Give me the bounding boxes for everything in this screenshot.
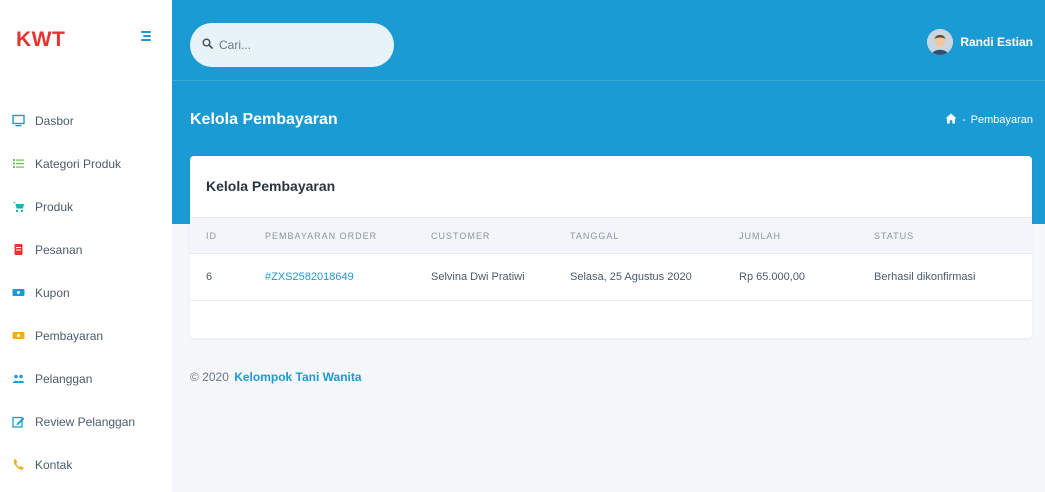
sidebar-item-produk[interactable]: Produk	[0, 185, 172, 228]
column-header-id: ID	[206, 231, 217, 241]
page-title: Kelola Pembayaran	[190, 111, 338, 128]
footer-copyright: © 2020	[190, 370, 229, 384]
avatar[interactable]	[927, 29, 954, 55]
monitor-icon	[12, 114, 25, 127]
column-header-status: STATUS	[874, 231, 915, 241]
breadcrumb-separator: -	[961, 114, 966, 126]
user-menu[interactable]: Randi Estian	[927, 29, 1033, 55]
column-header-date: TANGGAL	[570, 231, 620, 241]
money-icon	[12, 329, 25, 342]
sidebar-item-kupon[interactable]: Kupon	[0, 271, 172, 314]
cell-amount: Rp 65.000,00	[739, 271, 806, 283]
cell-id: 6	[206, 271, 213, 283]
list-icon	[12, 157, 25, 170]
phone-icon	[12, 458, 25, 471]
sidebar-item-pesanan[interactable]: Pesanan	[0, 228, 172, 271]
sidebar-item-kategori-produk[interactable]: Kategori Produk	[0, 142, 172, 185]
sidebar-item-label: Pesanan	[35, 242, 83, 257]
ticket-icon	[12, 286, 25, 299]
breadcrumb-current: Pembayaran	[970, 114, 1033, 126]
sidebar-item-kontak[interactable]: Kontak	[0, 443, 172, 486]
sidebar-item-label: Produk	[35, 199, 74, 214]
sidebar-item-label: Pelanggan	[35, 371, 93, 386]
sidebar: KWT Dasbor Kategori Produk Produk Pesana…	[0, 0, 172, 492]
column-header-order: PEMBAYARAN ORDER	[265, 231, 378, 241]
sidebar-nav: Dasbor Kategori Produk Produk Pesanan Ku…	[0, 99, 172, 486]
sidebar-item-label: Kategori Produk	[35, 156, 122, 171]
menu-toggle-icon[interactable]	[138, 28, 154, 44]
sidebar-item-dasbor[interactable]: Dasbor	[0, 99, 172, 142]
user-name[interactable]: Randi Estian	[960, 35, 1033, 49]
sidebar-item-pembayaran[interactable]: Pembayaran	[0, 314, 172, 357]
sidebar-item-review-pelanggan[interactable]: Review Pelanggan	[0, 400, 172, 443]
card-title: Kelola Pembayaran	[206, 178, 336, 194]
sidebar-item-label: Kupon	[35, 285, 70, 300]
sidebar-item-label: Review Pelanggan	[35, 414, 136, 429]
sidebar-item-label: Kontak	[35, 457, 73, 472]
cell-date: Selasa, 25 Agustus 2020	[570, 271, 692, 283]
document-icon	[12, 243, 25, 256]
search-icon	[202, 36, 213, 54]
sidebar-item-label: Pembayaran	[35, 328, 104, 343]
header-divider	[172, 80, 1045, 81]
users-icon	[12, 372, 25, 385]
home-icon[interactable]	[945, 113, 957, 127]
brand-logo[interactable]: KWT	[16, 28, 65, 52]
table-header: ID PEMBAYARAN ORDER CUSTOMER TANGGAL JUM…	[190, 217, 1032, 254]
cell-status: Berhasil dikonfirmasi	[874, 271, 976, 283]
cart-icon	[12, 200, 25, 213]
order-link[interactable]: #ZXS2582018649	[265, 271, 354, 283]
cell-customer: Selvina Dwi Pratiwi	[431, 271, 525, 283]
footer: © 2020 Kelompok Tani Wanita	[190, 370, 362, 384]
column-header-amount: JUMLAH	[739, 231, 782, 241]
search-box[interactable]	[190, 23, 394, 67]
footer-brand-link[interactable]: Kelompok Tani Wanita	[234, 370, 361, 384]
search-input[interactable]	[219, 38, 379, 52]
payments-card: Kelola Pembayaran ID PEMBAYARAN ORDER CU…	[190, 156, 1032, 338]
edit-icon	[12, 415, 25, 428]
sidebar-item-pelanggan[interactable]: Pelanggan	[0, 357, 172, 400]
table-row: 6 #ZXS2582018649 Selvina Dwi Pratiwi Sel…	[190, 254, 1032, 301]
column-header-customer: CUSTOMER	[431, 231, 491, 241]
sidebar-item-label: Dasbor	[35, 113, 74, 128]
breadcrumb: - Pembayaran	[945, 113, 1033, 127]
